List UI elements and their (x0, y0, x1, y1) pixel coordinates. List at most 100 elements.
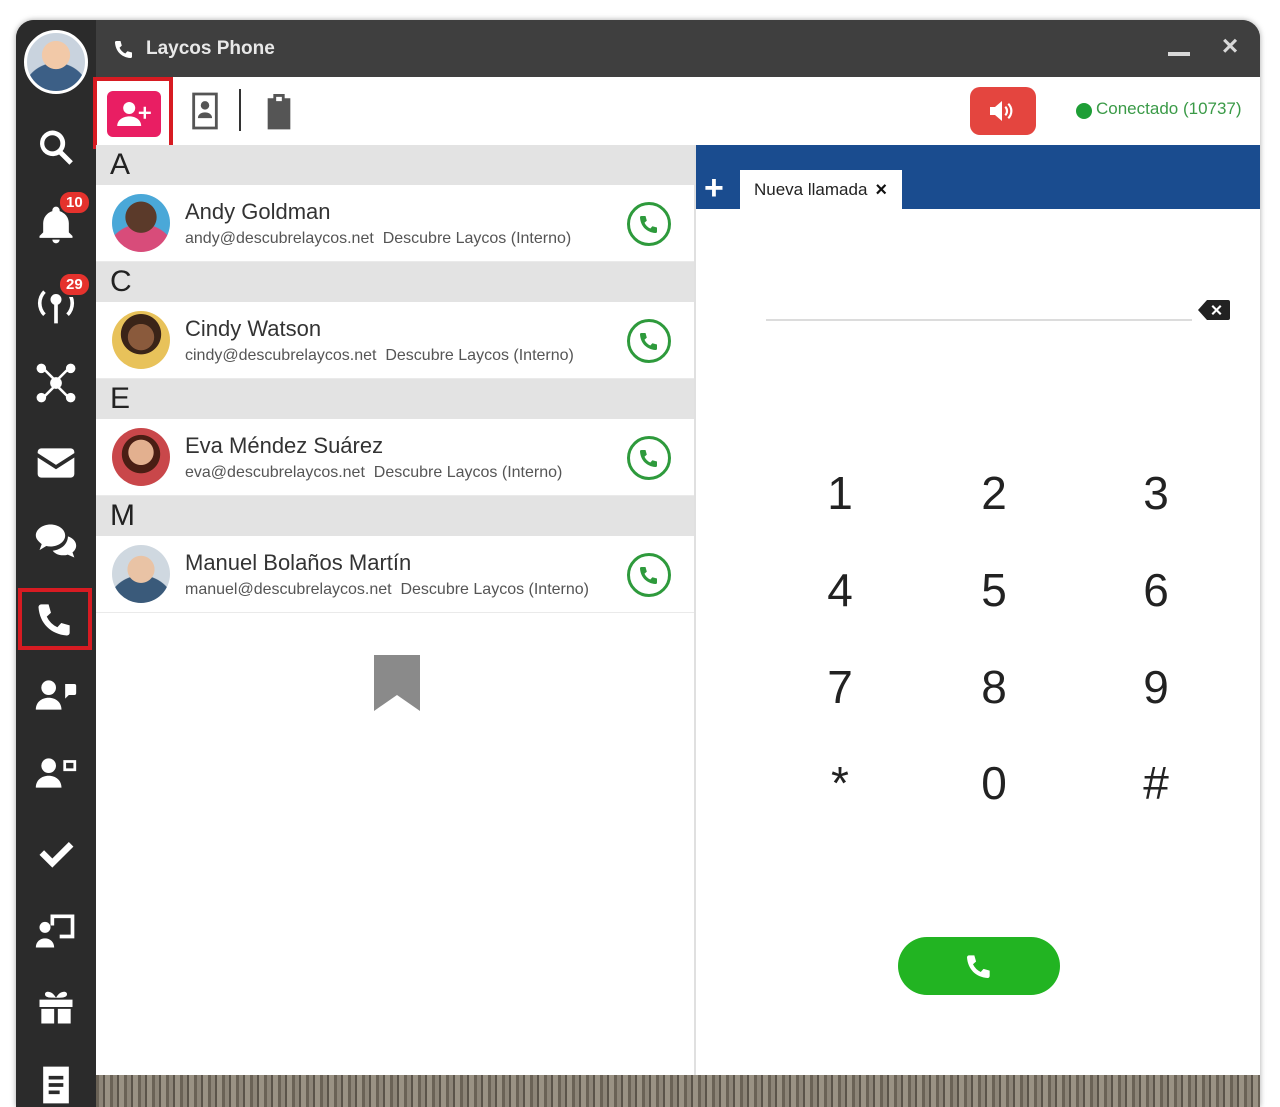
support-agent-icon (35, 758, 77, 788)
new-call-tab-button[interactable]: + (704, 171, 724, 205)
add-contact-button[interactable] (107, 91, 161, 137)
group-header: A (96, 145, 694, 185)
sidebar-item-support-chat[interactable] (16, 660, 96, 730)
call-contact-button[interactable] (627, 319, 671, 363)
gift-icon (39, 991, 73, 1024)
contact-avatar (112, 194, 170, 252)
close-tab-icon[interactable]: × (875, 179, 887, 202)
phone-icon (639, 450, 657, 468)
contact-name: Eva Méndez Suárez (185, 433, 384, 458)
contact-row[interactable]: Cindy Watson cindy@descubrelaycos.net De… (96, 302, 694, 379)
dial-key-hash[interactable]: # (1116, 753, 1196, 813)
chat-icon (35, 524, 77, 558)
dial-key-4[interactable]: 4 (800, 560, 880, 620)
add-user-icon (117, 102, 151, 126)
phone-icon (966, 955, 990, 979)
check-icon (39, 842, 74, 868)
dial-key-star[interactable]: * (800, 753, 880, 813)
sidebar-item-chat[interactable] (16, 506, 96, 576)
contact-row[interactable]: Eva Méndez Suárez eva@descubrelaycos.net… (96, 419, 694, 496)
sidebar-item-gift[interactable] (16, 972, 96, 1042)
dialer-panel: + Nueva llamada × 1 2 3 4 5 6 7 8 9 * 0 … (694, 145, 1260, 1075)
bookmark-shape (374, 655, 420, 711)
dial-key-9[interactable]: 9 (1116, 657, 1196, 717)
tab-label: Nueva llamada (754, 180, 868, 199)
phone-icon (38, 604, 70, 636)
contact-row[interactable]: Andy Goldman andy@descubrelaycos.net Des… (96, 185, 694, 262)
contact-details: cindy@descubrelaycos.net Descubre Laycos… (185, 347, 574, 365)
toolbar: Conectado (10737) (93, 77, 1260, 149)
phone-icon (114, 40, 132, 58)
dial-key-1[interactable]: 1 (800, 463, 880, 523)
sidebar-item-phone[interactable] (18, 588, 92, 650)
contact-avatar (112, 311, 170, 369)
contact-email: andy@descubrelaycos.net (185, 230, 374, 247)
phone-number-input[interactable] (766, 285, 1192, 321)
contact-org: Descubre Laycos (Interno) (385, 347, 574, 364)
dial-key-0[interactable]: 0 (954, 753, 1034, 813)
notifications-badge: 10 (58, 190, 91, 215)
group-header: C (96, 262, 694, 302)
sidebar-item-tasks[interactable] (16, 818, 96, 888)
clipboard-button[interactable] (262, 91, 296, 131)
call-tab-bar: + Nueva llamada × (696, 145, 1260, 210)
call-contact-button[interactable] (627, 202, 671, 246)
phone-icon (639, 333, 657, 351)
connection-status: Conectado (10737) (1096, 99, 1242, 118)
sidebar-item-presentation[interactable] (16, 896, 96, 966)
sidebar-item-mail[interactable] (16, 428, 96, 498)
speaker-icon (990, 101, 1013, 121)
minimize-button[interactable] (1168, 36, 1190, 58)
contact-email: manuel@descubrelaycos.net (185, 581, 392, 598)
bookmark-icon (374, 655, 420, 711)
dial-key-5[interactable]: 5 (954, 560, 1034, 620)
sidebar: 10 29 (16, 20, 96, 1107)
dial-key-3[interactable]: 3 (1116, 463, 1196, 523)
user-avatar[interactable] (24, 30, 88, 94)
dial-key-8[interactable]: 8 (954, 657, 1034, 717)
close-button[interactable]: × (1218, 32, 1242, 60)
phone-icon (639, 567, 657, 585)
contact-details: eva@descubrelaycos.net Descubre Laycos (… (185, 464, 562, 482)
call-contact-button[interactable] (627, 553, 671, 597)
group-header: E (96, 379, 694, 419)
app-screen: 10 29 Laycos Phone × Conectado (10737) A… (0, 0, 1280, 1107)
sidebar-item-notifications[interactable]: 10 (16, 190, 96, 260)
phone-icon (639, 216, 657, 234)
desktop-background (96, 1075, 1260, 1107)
contacts-book-button[interactable] (188, 91, 222, 131)
sidebar-item-broadcast[interactable]: 29 (16, 270, 96, 340)
contact-org: Descubre Laycos (Interno) (382, 230, 572, 247)
presentation-icon (35, 914, 75, 948)
call-contact-button[interactable] (627, 436, 671, 480)
contact-email: eva@descubrelaycos.net (185, 464, 365, 481)
group-header: M (96, 496, 694, 536)
contact-avatar (112, 545, 170, 603)
network-icon (36, 363, 76, 403)
contact-name: Andy Goldman (185, 199, 331, 224)
address-book-icon (192, 92, 218, 130)
dial-key-7[interactable]: 7 (800, 657, 880, 717)
contact-row[interactable]: Manuel Bolaños Martín manuel@descubrelay… (96, 536, 694, 613)
mail-icon (37, 448, 75, 478)
broadcast-badge: 29 (58, 272, 91, 297)
support-chat-icon (35, 680, 77, 710)
contact-name: Cindy Watson (185, 316, 322, 341)
sidebar-item-network[interactable] (16, 348, 96, 418)
document-icon (43, 1066, 69, 1104)
status-indicator-icon (1076, 103, 1092, 119)
sidebar-item-search[interactable] (16, 112, 96, 182)
tab-new-call[interactable]: Nueva llamada × (740, 170, 902, 210)
sidebar-item-support-agent[interactable] (16, 738, 96, 808)
contact-org: Descubre Laycos (Interno) (373, 464, 563, 481)
dial-key-6[interactable]: 6 (1116, 560, 1196, 620)
contact-avatar (112, 428, 170, 486)
backspace-button[interactable] (1198, 299, 1230, 321)
speaker-button[interactable] (970, 87, 1036, 135)
contact-list: A Andy Goldman andy@descubrelaycos.net D… (96, 145, 694, 1075)
contact-email: cindy@descubrelaycos.net (185, 347, 377, 364)
dial-call-button[interactable] (898, 937, 1060, 995)
dial-key-2[interactable]: 2 (954, 463, 1034, 523)
sidebar-item-document[interactable] (16, 1050, 96, 1107)
contact-details: manuel@descubrelaycos.net Descubre Layco… (185, 581, 589, 599)
